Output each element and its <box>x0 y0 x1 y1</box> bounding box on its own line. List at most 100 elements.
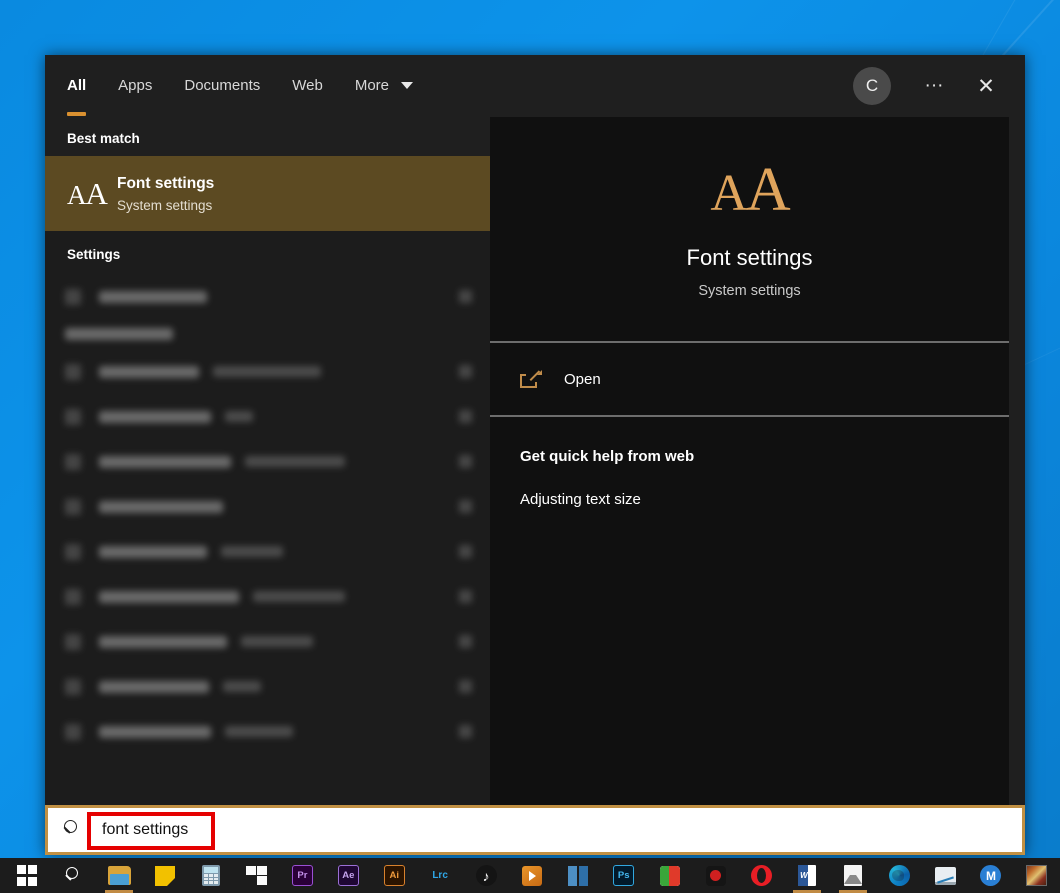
redacted-list-item[interactable] <box>45 709 490 754</box>
icon-letter-a-small: A <box>67 180 86 210</box>
divider <box>490 341 1009 343</box>
panels-icon <box>567 865 589 887</box>
search-input-bar[interactable]: font settings <box>45 805 1025 855</box>
tab-all[interactable]: All <box>67 71 86 102</box>
windows-search-flyout: All Apps Documents Web More C ··· ✕ <box>45 55 1025 855</box>
after-effects-button[interactable]: Ae <box>325 858 371 893</box>
redacted-item-arrow-icon <box>459 590 472 603</box>
record-icon <box>705 865 727 887</box>
photoshop-icon: Ps <box>613 865 635 887</box>
web-help-link-adjusting-text-size[interactable]: Adjusting text size <box>490 478 1009 521</box>
file-explorer-button[interactable] <box>96 858 142 893</box>
redacted-item-icon <box>65 679 81 695</box>
tab-documents[interactable]: Documents <box>184 71 260 102</box>
redacted-list-item[interactable] <box>45 439 490 484</box>
redacted-item-icon <box>65 499 81 515</box>
tab-more-label: More <box>355 77 389 94</box>
search-icon <box>62 865 84 887</box>
media-player-button[interactable] <box>509 858 555 893</box>
preview-card: AA Font settings System settings Open <box>490 117 1009 805</box>
redacted-item-label <box>99 636 227 648</box>
ellipsis-icon: ··· <box>925 75 944 97</box>
flyout-body: Best match AA Font settings System setti… <box>45 117 1025 805</box>
redacted-item-label <box>99 546 207 558</box>
cards-icon <box>245 865 267 887</box>
flashcards-button[interactable] <box>234 858 280 893</box>
avatar[interactable]: C <box>853 67 891 105</box>
chevron-down-icon <box>401 82 413 89</box>
photo-icon <box>1026 865 1048 887</box>
sticky-notes-button[interactable] <box>142 858 188 893</box>
calculator-button[interactable] <box>188 858 234 893</box>
close-button[interactable]: ✕ <box>963 65 1009 107</box>
calculator-icon <box>200 865 222 887</box>
redacted-item-arrow-icon <box>459 500 472 513</box>
redacted-list-item[interactable] <box>45 349 490 394</box>
screen-recorder-button[interactable] <box>693 858 739 893</box>
logo-letter-a-large: A <box>746 156 789 224</box>
photo-thumbnail-button[interactable] <box>1014 858 1060 893</box>
tab-apps[interactable]: Apps <box>118 71 152 102</box>
preview-hero: AA Font settings System settings <box>490 117 1009 341</box>
web-help-section: Get quick help from web Adjusting text s… <box>490 417 1009 521</box>
tiktok-button[interactable]: ♪ <box>463 858 509 893</box>
color-app-button[interactable] <box>647 858 693 893</box>
microsoft-edge-button[interactable] <box>876 858 922 893</box>
redacted-item-icon <box>65 454 81 470</box>
preview-subtitle: System settings <box>698 283 800 299</box>
redacted-item-icon <box>65 634 81 650</box>
word-button[interactable]: W <box>784 858 830 893</box>
best-match-title: Font settings <box>117 175 214 193</box>
redacted-item-arrow-icon <box>459 725 472 738</box>
edge-icon <box>888 865 910 887</box>
preview-column: AA Font settings System settings Open <box>490 117 1025 805</box>
redacted-item-label <box>99 501 223 513</box>
best-match-result[interactable]: AA Font settings System settings <box>45 156 490 231</box>
redacted-item-label <box>99 456 231 468</box>
tab-web[interactable]: Web <box>292 71 323 102</box>
word-document-icon: W <box>796 865 818 887</box>
external-link-icon <box>520 370 542 388</box>
redacted-list-item[interactable] <box>45 394 490 439</box>
best-match-text: Font settings System settings <box>111 175 214 213</box>
opera-button[interactable] <box>739 858 785 893</box>
tab-documents-label: Documents <box>184 77 260 94</box>
chart-app-button[interactable] <box>922 858 968 893</box>
best-match-header: Best match <box>45 117 490 156</box>
blue-app-button[interactable]: M <box>968 858 1014 893</box>
redacted-item-icon <box>65 724 81 740</box>
tab-more[interactable]: More <box>355 71 413 102</box>
redacted-item-icon <box>65 589 81 605</box>
open-action-button[interactable]: Open <box>490 343 1009 415</box>
premiere-pro-icon: Pr <box>291 865 313 887</box>
redacted-item-arrow-icon <box>459 635 472 648</box>
settings-section-header: Settings <box>45 231 490 274</box>
illustrator-button[interactable]: Ai <box>371 858 417 893</box>
windows-logo-icon <box>16 865 38 887</box>
icon-letter-a-large: A <box>86 176 107 211</box>
lightroom-classic-button[interactable]: Lrc <box>417 858 463 893</box>
redacted-list-item[interactable] <box>45 274 490 319</box>
folder-icon <box>108 865 130 887</box>
redacted-list-item[interactable] <box>45 529 490 574</box>
document-app-button[interactable] <box>830 858 876 893</box>
premiere-pro-button[interactable]: Pr <box>279 858 325 893</box>
redacted-item-icon <box>65 544 81 560</box>
redacted-item-sublabel <box>213 366 321 377</box>
panels-app-button[interactable] <box>555 858 601 893</box>
start-button[interactable] <box>4 858 50 893</box>
redacted-list-item[interactable] <box>45 664 490 709</box>
document-icon <box>842 865 864 887</box>
taskbar-search-button[interactable] <box>50 858 96 893</box>
search-input[interactable]: font settings <box>96 818 194 842</box>
more-options-button[interactable]: ··· <box>911 65 957 107</box>
photoshop-button[interactable]: Ps <box>601 858 647 893</box>
tab-apps-label: Apps <box>118 77 152 94</box>
redacted-item-arrow-icon <box>459 365 472 378</box>
redacted-list-item[interactable] <box>45 619 490 664</box>
best-match-subtitle: System settings <box>117 198 214 213</box>
chart-icon <box>934 865 956 887</box>
redacted-list-item[interactable] <box>45 484 490 529</box>
redacted-list-item[interactable] <box>45 574 490 619</box>
illustrator-icon: Ai <box>383 865 405 887</box>
